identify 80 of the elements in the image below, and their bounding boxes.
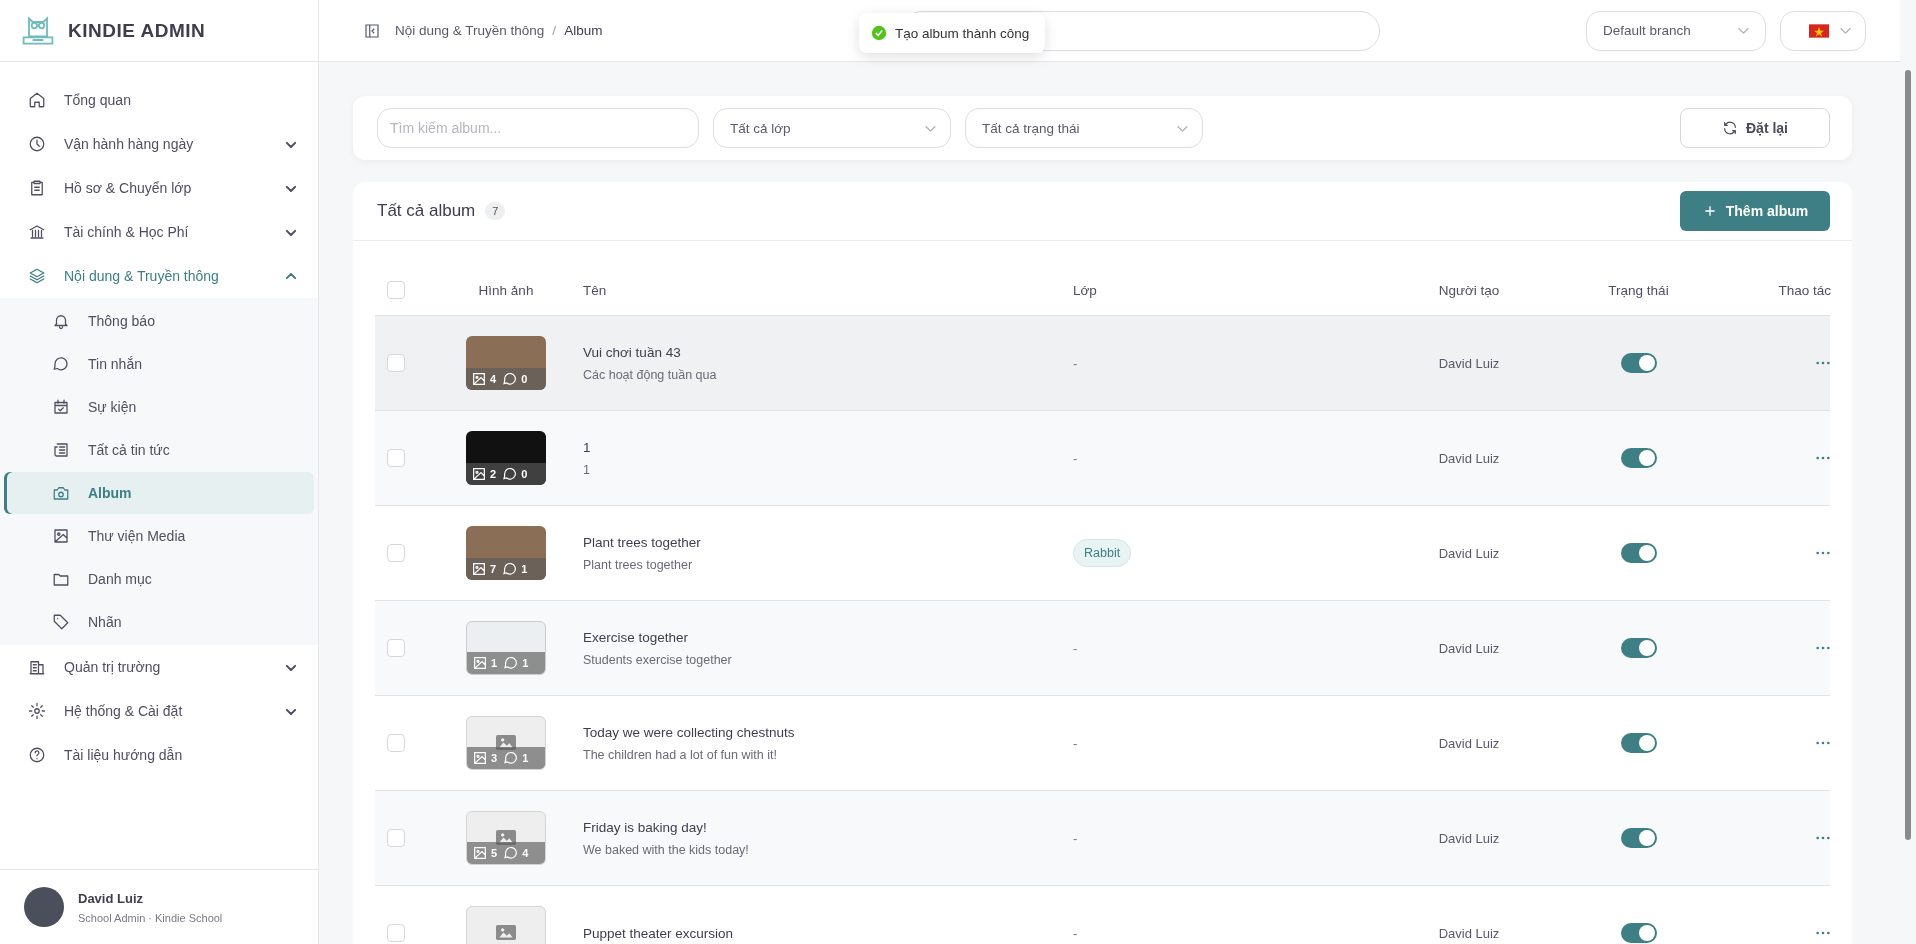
reset-button[interactable]: Đặt lại [1680, 108, 1830, 148]
creator-name: David Luiz [1438, 735, 1500, 751]
album-title: Vui chơi tuần 43 [583, 344, 681, 360]
class-tag: Rabbit [1073, 539, 1132, 567]
column-header: Hình ảnh [478, 282, 534, 298]
breadcrumb-separator: / [552, 23, 557, 38]
branch-select[interactable]: Default branch [1586, 10, 1766, 51]
table-row[interactable]: 4 0 Vui chơi tuần 43 Các hoạt động tuần qua - David Luiz [375, 316, 1830, 411]
sidebar-subitem[interactable]: Danh mục [4, 558, 314, 600]
comment-count: 1 [522, 752, 529, 764]
column-header: Lớp [1073, 282, 1097, 298]
class-text: - [1073, 450, 1078, 466]
album-title: 1 [583, 439, 591, 455]
comment-count: 1 [521, 563, 528, 575]
album-description: We baked with the kids today! [583, 842, 749, 857]
comment-count: 1 [522, 657, 529, 669]
user-role: School Admin · Kindie School [78, 911, 223, 924]
album-title: Today we were collecting chestnuts [583, 724, 795, 740]
sidebar-item[interactable]: Quản trị trường [0, 645, 318, 689]
sidebar-item[interactable]: Nội dung & Truyền thông [0, 254, 318, 298]
sidebar-subitem[interactable]: Nhãn [4, 601, 314, 643]
sidebar-item[interactable]: Vận hành hàng ngày [0, 122, 318, 166]
album-title: Plant trees together [583, 534, 701, 550]
count-badge: 7 [485, 202, 506, 220]
table-row[interactable]: 2 0 1 1 - David Luiz [375, 411, 1830, 506]
photo-count: 1 [491, 657, 498, 669]
table-row[interactable]: 5 4 Friday is baking day! We baked with the kids today! - David Luiz [375, 791, 1830, 886]
sidebar-subitem[interactable]: Thư viện Media [4, 515, 314, 557]
album-title: Friday is baking day! [583, 819, 707, 835]
photo-count: 3 [491, 752, 498, 764]
sidebar-item[interactable]: Hồ sơ & Chuyển lớp [0, 166, 318, 210]
photo-count: 7 [490, 563, 497, 575]
class-text: - [1073, 355, 1078, 371]
status-select[interactable]: Tất cả trạng thái [965, 108, 1203, 148]
album-title: Exercise together [583, 629, 689, 645]
sidebar-subitem[interactable]: Tất cả tin tức [4, 429, 314, 471]
class-select[interactable]: Tất cả lớp [713, 108, 951, 148]
table-row[interactable]: Puppet theater excursion - David Luiz [375, 886, 1830, 944]
breadcrumb-link[interactable]: Nội dung & Truyền thông [395, 23, 545, 38]
success-toast: Tạo album thành công [859, 13, 1046, 53]
creator-name: David Luiz [1438, 450, 1500, 466]
column-header: Thao tác [1778, 282, 1831, 298]
creator-name: David Luiz [1438, 830, 1500, 846]
creator-name: David Luiz [1438, 545, 1500, 561]
column-header: Trạng thái [1608, 282, 1669, 298]
column-header: Người tạo [1438, 282, 1500, 298]
album-description: Các hoạt động tuần qua [583, 367, 717, 382]
add-album-button[interactable]: Thêm album [1680, 191, 1830, 231]
sidebar-subitem[interactable]: Thông báo [4, 300, 314, 342]
comment-count: 4 [522, 847, 529, 859]
class-text: - [1073, 735, 1078, 751]
sidebar-subitem[interactable]: Tin nhắn [4, 343, 314, 385]
creator-name: David Luiz [1438, 355, 1500, 371]
card-title: Tất cả album [377, 201, 476, 221]
album-search-field[interactable]: Tìm kiếm album... [377, 108, 699, 148]
creator-name: David Luiz [1438, 640, 1500, 656]
class-text: - [1073, 830, 1078, 846]
album-description: Students exercise together [583, 652, 732, 667]
sidebar-item[interactable]: Tổng quan [0, 78, 318, 122]
app-name: KINDIE ADMIN [68, 19, 206, 42]
album-description: 1 [583, 462, 590, 477]
photo-count: 4 [490, 373, 497, 385]
table-row[interactable]: 1 1 Exercise together Students exercise together - David Luiz [375, 601, 1830, 696]
photo-count: 5 [491, 847, 498, 859]
sidebar-subitem[interactable]: Sự kiện [4, 386, 314, 428]
class-text: - [1073, 925, 1078, 941]
sidebar-item[interactable]: Hệ thống & Cài đặt [0, 689, 318, 733]
album-title: Puppet theater excursion [583, 925, 734, 941]
class-text: - [1073, 640, 1078, 656]
album-description: Plant trees together [583, 557, 693, 572]
column-header: Tên [583, 282, 607, 298]
album-description: The children had a lot of fun with it! [583, 747, 777, 762]
sidebar-item[interactable]: Tài chính & Học Phí [0, 210, 318, 254]
photo-count: 2 [490, 468, 497, 480]
comment-count: 0 [521, 468, 528, 480]
sidebar-subitem[interactable]: Album [4, 472, 314, 514]
sidebar-item[interactable]: Tài liệu hướng dẫn [0, 733, 318, 777]
creator-name: David Luiz [1438, 925, 1500, 941]
comment-count: 0 [521, 373, 528, 385]
user-name: David Luiz [78, 890, 144, 906]
